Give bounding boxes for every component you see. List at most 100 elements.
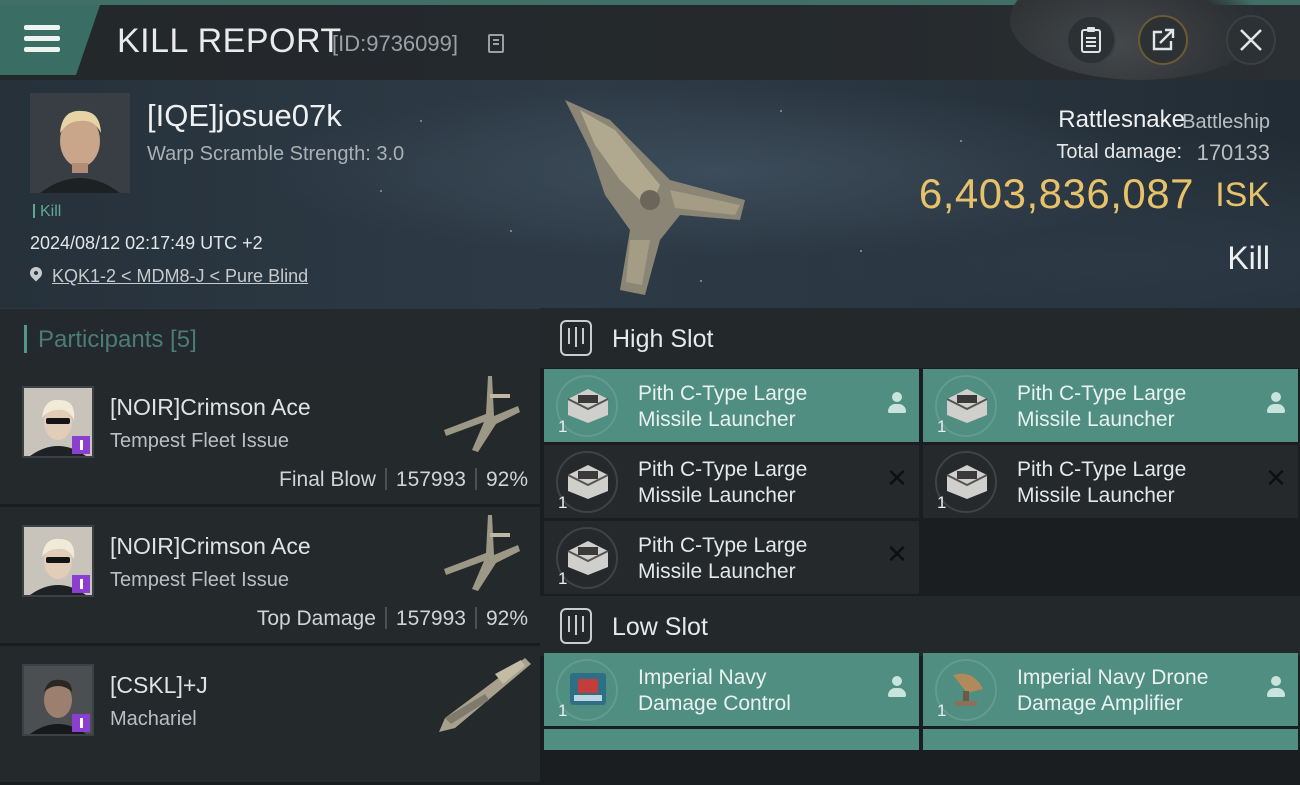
share-button[interactable] <box>1138 15 1188 65</box>
clipboard-button[interactable] <box>1066 15 1116 65</box>
module-name-line1: Pith C-Type Large <box>1017 458 1187 481</box>
victim-ship-class: Battleship <box>1182 111 1270 133</box>
participant-avatar[interactable] <box>22 525 94 597</box>
module-quantity: 1 <box>558 417 568 436</box>
victim-name[interactable]: [IQE]josue07k <box>147 98 342 134</box>
module-name: Pith C-Type Large Missile Launcher <box>638 533 878 585</box>
module-quantity: 1 <box>558 493 568 512</box>
rarity-badge <box>72 436 90 454</box>
module-card[interactable]: 1 Imperial Navy Drone Damage Amplifier <box>923 653 1298 726</box>
participants-panel: Participants [5] [NOIR]Crimson Ace Tempe… <box>0 308 540 785</box>
missile-launcher-icon <box>946 389 988 423</box>
participant-name[interactable]: [CSKL]+J <box>110 672 208 699</box>
rarity-badge <box>72 575 90 593</box>
participant-avatar[interactable] <box>22 664 94 736</box>
warp-scramble-strength: Warp Scramble Strength: 3.0 <box>147 143 405 165</box>
missile-launcher-icon <box>567 389 609 423</box>
module-card[interactable]: 1 Pith C-Type Large Missile Launcher ✕ <box>544 521 919 594</box>
module-name-line1: Pith C-Type Large <box>1017 382 1187 405</box>
high-slot-title: High Slot <box>612 325 714 353</box>
participant-ship-image <box>439 658 531 732</box>
low-slot-header: Low Slot <box>540 596 1300 656</box>
person-icon <box>885 391 909 415</box>
participant-row[interactable]: [CSKL]+J Machariel <box>0 646 540 785</box>
x-icon: ✕ <box>886 540 908 570</box>
module-name: Pith C-Type Large Missile Launcher <box>1017 457 1257 509</box>
victim-portrait[interactable] <box>30 93 130 193</box>
victim-ship-image <box>565 100 745 295</box>
module-name-line2: Missile Launcher <box>1017 408 1175 431</box>
participant-ship-image <box>444 515 520 591</box>
victim-ship-name[interactable]: Rattlesnake <box>1058 106 1185 134</box>
module-card-partial[interactable] <box>923 729 1298 750</box>
participant-damage: 157993 <box>395 607 466 630</box>
share-export-icon <box>1152 28 1175 51</box>
clipboard-icon <box>1081 27 1101 53</box>
participant-percent: 92% <box>485 468 528 491</box>
module-name: Imperial Navy Damage Control <box>638 665 878 717</box>
missile-launcher-icon <box>567 465 609 499</box>
module-card[interactable]: 1 Pith C-Type Large Missile Launcher ✕ <box>923 445 1298 518</box>
slot-rack-icon <box>560 320 592 356</box>
module-name-line1: Imperial Navy <box>638 666 767 689</box>
module-name-line1: Pith C-Type Large <box>638 534 808 557</box>
module-card-partial[interactable] <box>544 729 919 750</box>
missile-launcher-icon <box>567 541 609 575</box>
fitting-panel: High Slot 1 Pith C-Type Large Missile Lau… <box>540 308 1300 750</box>
participant-name[interactable]: [NOIR]Crimson Ace <box>110 533 311 560</box>
participant-name[interactable]: [NOIR]Crimson Ace <box>110 394 311 421</box>
high-slot-header: High Slot <box>540 308 1300 368</box>
kill-tag: Kill <box>33 203 61 221</box>
module-quantity: 1 <box>558 569 568 588</box>
module-card[interactable]: 1 Pith C-Type Large Missile Launcher <box>923 369 1298 442</box>
module-name-line2: Missile Launcher <box>1017 484 1175 507</box>
participant-row[interactable]: [NOIR]Crimson Ace Tempest Fleet Issue To… <box>0 507 540 646</box>
participant-stats: Top Damage 157993 92% <box>257 607 528 631</box>
module-name-line2: Missile Launcher <box>638 560 796 583</box>
hamburger-menu-icon-bar <box>24 47 60 52</box>
participant-role: Top Damage <box>256 607 376 630</box>
hamburger-menu-icon <box>24 25 60 30</box>
report-id: [ID:9736099] <box>332 31 458 56</box>
close-icon <box>1240 29 1262 51</box>
module-name-line1: Pith C-Type Large <box>638 382 808 405</box>
module-name-line1: Imperial Navy Drone <box>1017 666 1209 689</box>
participant-ship: Tempest Fleet Issue <box>110 569 289 591</box>
copy-icon[interactable] <box>488 34 504 53</box>
participant-damage: 157993 <box>395 468 466 491</box>
module-card[interactable]: 1 Imperial Navy Damage Control <box>544 653 919 726</box>
kill-location-link[interactable]: KQK1-2 < MDM8-J < Pure Blind <box>52 266 308 287</box>
participant-stats: Final Blow 157993 92% <box>279 468 528 492</box>
total-damage-value: 170133 <box>1196 140 1270 165</box>
isk-value: 6,403,836,087 <box>918 170 1194 217</box>
x-icon: ✕ <box>1265 464 1287 494</box>
victim-summary: [IQE]josue07k Warp Scramble Strength: 3.… <box>0 80 1300 308</box>
module-quantity: 1 <box>937 701 947 720</box>
module-name-line2: Missile Launcher <box>638 484 796 507</box>
module-name-line2: Damage Amplifier <box>1017 692 1183 715</box>
missile-launcher-icon <box>946 465 988 499</box>
module-quantity: 1 <box>558 701 568 720</box>
module-quantity: 1 <box>937 417 947 436</box>
participant-role: Final Blow <box>279 468 376 491</box>
participant-row[interactable]: [NOIR]Crimson Ace Tempest Fleet Issue Fi… <box>0 368 540 507</box>
module-name: Pith C-Type Large Missile Launcher <box>638 457 878 509</box>
module-name-line2: Missile Launcher <box>638 408 796 431</box>
participant-percent: 92% <box>485 607 528 630</box>
participant-ship: Machariel <box>110 708 197 730</box>
module-quantity: 1 <box>937 493 947 512</box>
low-slot-title: Low Slot <box>612 613 708 641</box>
module-card[interactable]: 1 Pith C-Type Large Missile Launcher <box>544 369 919 442</box>
total-damage-label: Total damage: <box>1056 141 1182 163</box>
participant-avatar[interactable] <box>22 386 94 458</box>
hamburger-menu-icon-bar <box>24 36 60 41</box>
participant-ship-image <box>444 376 520 452</box>
participant-ship: Tempest Fleet Issue <box>110 430 289 452</box>
slot-rack-icon <box>560 608 592 644</box>
victim-portrait-image <box>30 93 130 193</box>
location-pin-icon <box>27 264 45 282</box>
page-title: KILL REPORT <box>117 22 342 60</box>
menu-button[interactable] <box>0 5 100 75</box>
close-button[interactable] <box>1226 15 1276 65</box>
module-card[interactable]: 1 Pith C-Type Large Missile Launcher ✕ <box>544 445 919 518</box>
